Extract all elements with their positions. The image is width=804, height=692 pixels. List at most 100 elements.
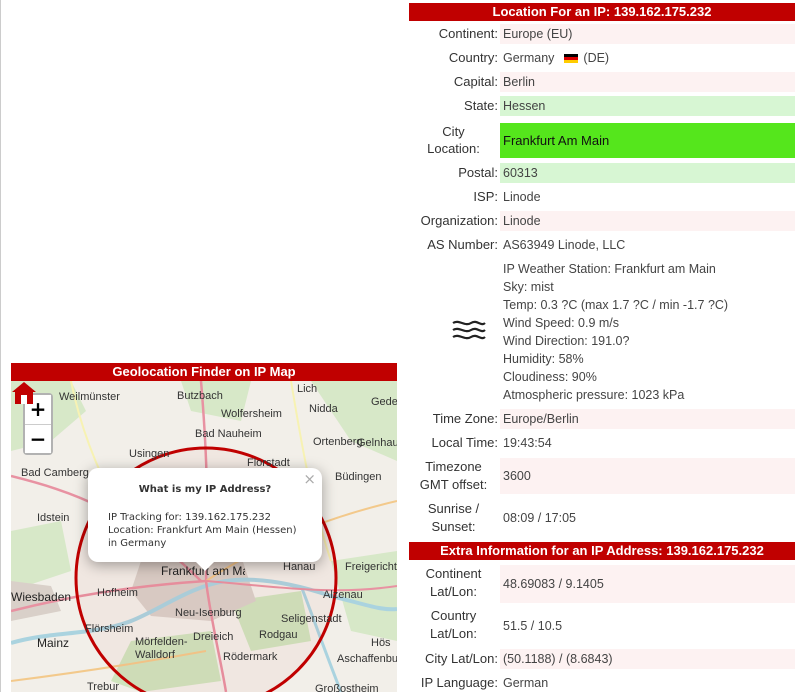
- gmt-offset-value: 3600: [500, 458, 795, 494]
- location-header: Location For an IP: 139.162.175.232: [409, 3, 795, 21]
- map-place: Mainz: [37, 636, 70, 650]
- local-time-value: 19:43:54: [503, 436, 552, 450]
- cont-ll-label-line1: Continent: [425, 566, 482, 581]
- map-place: Gede: [371, 396, 397, 408]
- org-row: Organization: Linode: [409, 211, 795, 231]
- timezone-value: Europe/Berlin: [500, 409, 795, 429]
- city-latlon-label: City Lat/Lon:: [425, 651, 498, 666]
- weather-temp: Temp: 0.3 ?C (max 1.7 ?C / min -1.7 ?C): [503, 298, 729, 312]
- country-code: (DE): [583, 51, 610, 65]
- state-value: Hessen: [500, 96, 795, 116]
- state-label: State:: [464, 98, 498, 113]
- city-latlon-value: (50.1188) / (8.6843): [500, 649, 795, 669]
- weather-label: [409, 319, 498, 346]
- as-row: AS Number: AS63949 Linode, LLC: [409, 235, 795, 255]
- map-place: Mörfelden-Walldorf: [135, 636, 188, 661]
- map-place: Butzbach: [177, 390, 223, 402]
- map-place: Freigericht: [345, 561, 397, 573]
- gmt-label-line1: Timezone: [425, 459, 482, 474]
- isp-label: ISP:: [473, 189, 498, 204]
- extra-header: Extra Information for an IP Address: 139…: [409, 542, 795, 560]
- map-place: Bad Camberg: [21, 467, 89, 479]
- mist-weather-icon: [451, 320, 486, 340]
- weather-wind-speed: Wind Speed: 0.9 m/s: [503, 316, 620, 330]
- as-label: AS Number:: [427, 237, 498, 252]
- popup-country: in Germany: [108, 538, 167, 549]
- local-time-label: Local Time:: [431, 435, 498, 450]
- weather-row: IP Weather Station: Frankfurt am Main Sk…: [409, 259, 795, 407]
- capital-label: Capital:: [453, 74, 498, 89]
- org-label: Organization:: [420, 213, 498, 228]
- weather-wind-direction: Wind Direction: 191.0?: [503, 334, 630, 348]
- map-place: Wolfersheim: [221, 408, 282, 420]
- country-latlon-row: Country Lat/Lon: 51.5 / 10.5: [409, 607, 795, 645]
- postal-value: 60313: [500, 163, 795, 183]
- map-place: Alzenau: [323, 589, 363, 601]
- map-place: Ortenberg: [313, 436, 363, 448]
- map-place: Weilmünster: [59, 391, 120, 403]
- cont-ll-label-line2: Lat/Lon:: [430, 584, 477, 599]
- sun-value: 08:09 / 17:05: [503, 511, 576, 525]
- country-latlon-value: 51.5 / 10.5: [503, 619, 563, 633]
- language-value: German: [503, 676, 549, 690]
- map-place: Hanau: [283, 561, 316, 573]
- map-place: Idstein: [37, 512, 70, 524]
- popup-close-icon[interactable]: ×: [303, 470, 316, 488]
- capital-row: Capital: Berlin: [409, 72, 795, 92]
- map-place: Wiesbaden: [11, 590, 72, 604]
- map-place: Gelnhau: [357, 437, 397, 449]
- home-marker-icon[interactable]: [11, 381, 37, 405]
- map-place: Flörsheim: [85, 623, 134, 635]
- timezone-row: Time Zone: Europe/Berlin: [409, 409, 795, 429]
- country-name: Germany: [503, 51, 555, 65]
- ctry-ll-label-line1: Country: [430, 608, 477, 623]
- state-row: State: Hessen: [409, 96, 795, 116]
- ip-map[interactable]: Weilmünster Butzbach Lich Gede Wolfershe…: [11, 381, 397, 692]
- city-label-line2: Location:: [427, 141, 480, 156]
- continent-latlon-label: Continent Lat/Lon:: [409, 565, 498, 601]
- map-place: Seligenstadt: [281, 613, 342, 625]
- country-label: Country:: [448, 50, 498, 65]
- map-place: Trebur: [87, 681, 119, 692]
- postal-row: Postal: 60313: [409, 163, 795, 183]
- country-latlon-label: Country Lat/Lon:: [409, 607, 498, 643]
- timezone-label: Time Zone:: [432, 411, 498, 426]
- weather-sky: Sky: mist: [503, 280, 554, 294]
- city-row: City Location: Frankfurt Am Main: [409, 121, 795, 159]
- map-place: Rodgau: [259, 629, 298, 641]
- map-place: Büdingen: [335, 471, 382, 483]
- as-value: AS63949 Linode, LLC: [503, 238, 626, 252]
- gmt-offset-label: Timezone GMT offset:: [409, 458, 498, 494]
- popup-location: Location: Frankfurt Am Main (Hessen): [108, 525, 297, 536]
- map-place: Großostheim: [315, 683, 379, 692]
- weather-pressure: Atmospheric pressure: 1023 kPa: [503, 388, 685, 402]
- map-place: Rödermark: [223, 651, 278, 663]
- sun-label: Sunrise / Sunset:: [409, 500, 498, 536]
- isp-row: ISP: Linode: [409, 187, 795, 207]
- map-place: Aschaffenbu: [337, 653, 397, 665]
- ctry-ll-label-line2: Lat/Lon:: [430, 626, 477, 641]
- weather-cloudiness: Cloudiness: 90%: [503, 370, 597, 384]
- map-popup: × What is my IP Address? IP Tracking for…: [88, 468, 322, 562]
- map-place: Bad Nauheim: [195, 428, 262, 440]
- continent-latlon-row: Continent Lat/Lon: 48.69083 / 9.1405: [409, 565, 795, 603]
- continent-value: Europe (EU): [500, 24, 795, 44]
- weather-value: IP Weather Station: Frankfurt am Main Sk…: [500, 259, 795, 407]
- city-value: Frankfurt Am Main: [500, 123, 795, 158]
- postal-label: Postal:: [458, 165, 498, 180]
- gmt-offset-row: Timezone GMT offset: 3600: [409, 458, 795, 494]
- map-place: Nidda: [309, 403, 338, 415]
- local-time-row: Local Time: 19:43:54: [409, 433, 795, 453]
- zoom-out-button[interactable]: −: [25, 424, 51, 453]
- map-place: Dreieich: [193, 631, 234, 643]
- popup-tracking: IP Tracking for: 139.162.175.232: [108, 512, 271, 523]
- city-latlon-row: City Lat/Lon: (50.1188) / (8.6843): [409, 649, 795, 669]
- country-value: Germany (DE): [500, 48, 795, 68]
- germany-flag-icon: [564, 53, 579, 63]
- map-place: Hös: [371, 637, 391, 649]
- gmt-label-line2: GMT offset:: [419, 477, 488, 492]
- weather-station: IP Weather Station: Frankfurt am Main: [503, 262, 716, 276]
- language-label: IP Language:: [420, 675, 498, 690]
- continent-row: Continent: Europe (EU): [409, 24, 795, 44]
- city-label: City Location:: [409, 123, 498, 157]
